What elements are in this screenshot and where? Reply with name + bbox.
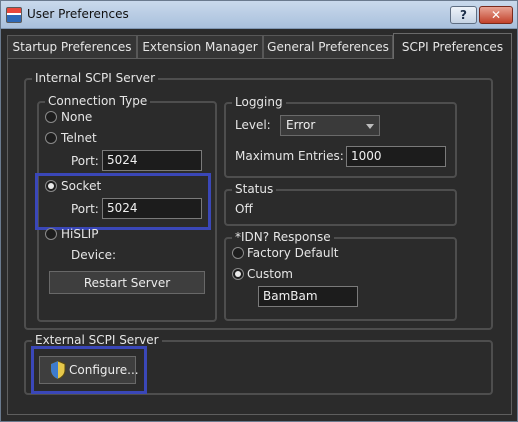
logging-level-value: Error — [286, 118, 316, 132]
radio-socket[interactable] — [45, 180, 57, 192]
socket-port-label: Port: — [71, 202, 99, 216]
socket-port-field[interactable]: 5024 — [102, 198, 202, 219]
tab-scpi-preferences[interactable]: SCPI Preferences — [393, 33, 512, 59]
radio-factory-default[interactable] — [232, 247, 244, 259]
tab-extension-manager[interactable]: Extension Manager — [137, 35, 263, 58]
logging-title: Logging — [232, 95, 286, 109]
status-value: Off — [235, 202, 253, 216]
user-preferences-window: User Preferences ? ✕ Startup Preferences… — [0, 0, 518, 422]
external-scpi-server-title: External SCPI Server — [32, 333, 162, 347]
telnet-port-field[interactable]: 5024 — [102, 150, 202, 171]
shield-icon — [50, 360, 66, 380]
logging-level-label: Level: — [235, 118, 271, 132]
radio-hislip-label: HiSLIP — [61, 227, 99, 241]
logging-level-dropdown[interactable]: Error — [280, 115, 380, 136]
radio-custom[interactable] — [232, 268, 244, 280]
telnet-port-label: Port: — [71, 154, 99, 168]
radio-custom-label: Custom — [247, 267, 293, 281]
radio-none-label: None — [61, 110, 93, 124]
close-button[interactable]: ✕ — [479, 6, 513, 24]
status-group: Status — [224, 182, 457, 226]
chevron-down-icon — [366, 124, 374, 129]
hislip-device-label: Device: — [71, 248, 117, 262]
window-title: User Preferences — [27, 7, 129, 21]
radio-socket-label: Socket — [61, 179, 102, 193]
max-entries-label: Maximum Entries: — [235, 149, 344, 163]
radio-telnet-label: Telnet — [61, 131, 97, 145]
app-icon — [6, 7, 22, 23]
custom-idn-field[interactable]: BamBam — [258, 286, 358, 307]
tab-general-preferences[interactable]: General Preferences — [263, 35, 393, 58]
tab-bar: Startup Preferences Extension Manager Ge… — [7, 33, 512, 59]
configure-button-label: Configure... — [69, 363, 139, 377]
title-bar[interactable]: User Preferences ? ✕ — [1, 1, 517, 29]
configure-button[interactable]: Configure... — [39, 356, 139, 384]
idn-response-title: *IDN? Response — [232, 230, 334, 244]
tab-startup-preferences[interactable]: Startup Preferences — [7, 35, 137, 58]
max-entries-field[interactable]: 1000 — [346, 146, 446, 167]
radio-factory-default-label: Factory Default — [247, 246, 339, 260]
status-title: Status — [232, 182, 277, 196]
internal-scpi-server-title: Internal SCPI Server — [32, 71, 158, 85]
radio-telnet[interactable] — [45, 132, 57, 144]
radio-hislip[interactable] — [45, 228, 57, 240]
restart-server-button[interactable]: Restart Server — [49, 271, 205, 294]
connection-type-title: Connection Type — [45, 94, 151, 108]
radio-none[interactable] — [45, 111, 57, 123]
help-button[interactable]: ? — [450, 6, 477, 24]
